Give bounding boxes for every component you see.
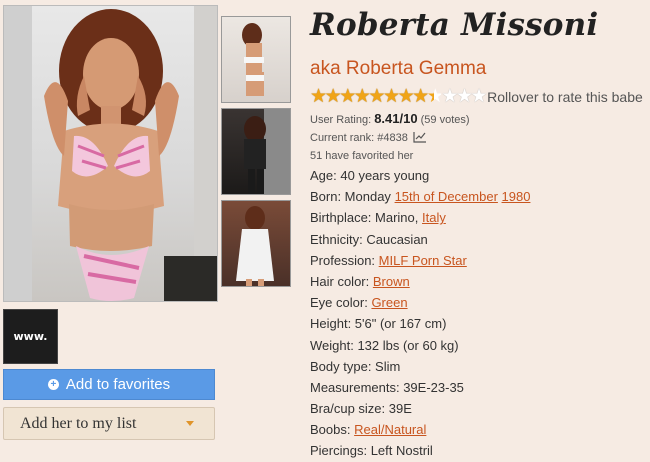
thumbnail-strip bbox=[221, 16, 291, 292]
hair-link[interactable]: Brown bbox=[373, 274, 410, 289]
weight-row: Weight: 132 lbs (or 60 kg) bbox=[310, 337, 459, 353]
star-icon[interactable]: ★ bbox=[310, 87, 327, 107]
boobs-link[interactable]: Real/Natural bbox=[354, 422, 426, 437]
profession-label: Profession: bbox=[310, 252, 376, 268]
ethnicity-row: Ethnicity: Caucasian bbox=[310, 231, 428, 247]
body-type-row: Body type: Slim bbox=[310, 358, 401, 374]
star-icon[interactable]: ★ bbox=[441, 87, 458, 107]
eye-label: Eye color: bbox=[310, 295, 368, 311]
age-value: 40 years young bbox=[340, 168, 430, 183]
born-day-link[interactable]: 15th of December bbox=[395, 189, 498, 204]
rollover-text: Rollover to rate this babe bbox=[487, 89, 643, 105]
star-icon[interactable]: ★ bbox=[398, 87, 415, 107]
star-icon[interactable]: ★ bbox=[325, 87, 342, 107]
plus-icon: + bbox=[47, 379, 59, 390]
site-logo-text: www. bbox=[13, 330, 48, 343]
star-icon[interactable]: ★ bbox=[412, 87, 429, 107]
star-icon[interactable]: ★ bbox=[354, 87, 371, 107]
height-row: Height: 5'6" (or 167 cm) bbox=[310, 316, 447, 332]
user-rating-value: 8.41/10 bbox=[374, 111, 418, 126]
star-icon[interactable]: ★ bbox=[368, 87, 385, 107]
person-photo-illustration bbox=[4, 6, 217, 301]
thumbnail-3[interactable] bbox=[221, 200, 291, 287]
birthplace-label: Birthplace: Marino, bbox=[310, 210, 419, 226]
thumbnail-illustration-2 bbox=[244, 109, 290, 194]
current-rank: Current rank: #4838 bbox=[310, 132, 408, 144]
rating-stars[interactable]: ★ ★ ★ ★ ★ ★ ★ ★ ★ ★ ★ ★ bbox=[310, 87, 488, 107]
piercings-row: Piercings: Left Nostril bbox=[310, 443, 433, 459]
born-row: Born: Monday 15th of December 1980 bbox=[310, 186, 530, 207]
born-year-link[interactable]: 1980 bbox=[502, 189, 531, 204]
eye-link[interactable]: Green bbox=[371, 295, 407, 310]
age-row: Age: 40 years young bbox=[310, 165, 530, 186]
rating-widget[interactable]: ★ ★ ★ ★ ★ ★ ★ ★ ★ ★ ★ ★ Rollover to rate this babe bbox=[310, 87, 643, 107]
user-rating-label: User Rating: bbox=[310, 114, 372, 126]
age-label: Age: bbox=[310, 168, 337, 183]
main-profile-photo[interactable] bbox=[3, 5, 218, 302]
measurements-row: Measurements: 39E-23-35 bbox=[310, 379, 464, 395]
star-icon[interactable]: ★ bbox=[471, 87, 488, 107]
add-to-favorites-button[interactable]: + Add to favorites bbox=[3, 369, 215, 400]
hair-row: Hair color: Brown bbox=[310, 271, 530, 292]
star-icon[interactable]: ★ bbox=[339, 87, 356, 107]
rank-chart-icon[interactable] bbox=[413, 131, 427, 143]
thumbnail-illustration-3 bbox=[236, 206, 274, 286]
add-to-favorites-label: Add to favorites bbox=[65, 376, 171, 393]
vote-count: (59 votes) bbox=[420, 114, 470, 126]
profile-aka: aka Roberta Gemma bbox=[310, 58, 487, 79]
thumbnail-1[interactable] bbox=[221, 16, 291, 103]
profile-name: Roberta Missoni bbox=[310, 7, 599, 43]
thumbnail-illustration-1 bbox=[242, 23, 264, 96]
hair-label: Hair color: bbox=[310, 273, 370, 289]
user-rating-line: User Rating: 8.41/10 (59 votes) bbox=[310, 111, 470, 126]
star-icon[interactable]: ★ bbox=[427, 87, 444, 107]
bra-row: Bra/cup size: 39E bbox=[310, 401, 412, 417]
born-label: Born: Monday bbox=[310, 189, 391, 205]
site-logo[interactable]: www. bbox=[3, 309, 58, 364]
boobs-label: Boobs: bbox=[310, 422, 351, 438]
star-icon[interactable]: ★ bbox=[383, 87, 400, 107]
caret-down-icon bbox=[186, 421, 194, 426]
boobs-row: Boobs: Real/Natural bbox=[310, 419, 530, 440]
birthplace-country-link[interactable]: Italy bbox=[422, 210, 446, 225]
star-icon[interactable]: ★ bbox=[456, 87, 473, 107]
profession-link[interactable]: MILF Porn Star bbox=[379, 253, 467, 268]
add-to-list-dropdown[interactable]: Add her to my list bbox=[3, 407, 215, 440]
favorited-count: 51 have favorited her bbox=[310, 150, 414, 162]
current-rank-line: Current rank: #4838 bbox=[310, 131, 427, 144]
profession-row: Profession: MILF Porn Star bbox=[310, 250, 530, 271]
profile-details: Age: 40 years young Born: Monday 15th of… bbox=[310, 165, 530, 462]
thumbnail-2[interactable] bbox=[221, 108, 291, 195]
eye-row: Eye color: Green bbox=[310, 292, 530, 313]
add-to-list-label: Add her to my list bbox=[20, 414, 137, 432]
birthplace-row: Birthplace: Marino, Italy bbox=[310, 207, 530, 228]
